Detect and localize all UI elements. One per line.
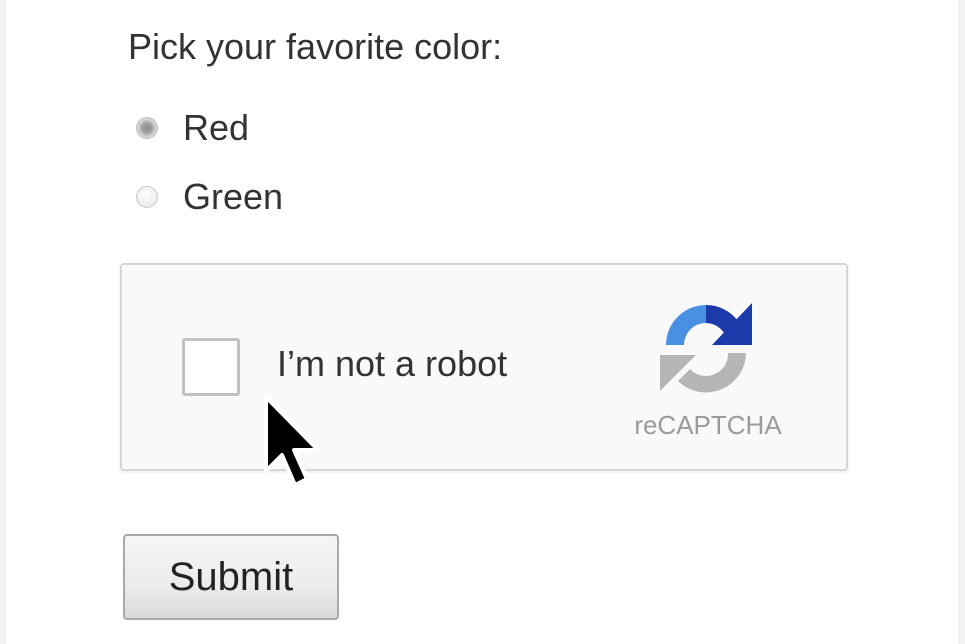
radio-button-green[interactable]: [136, 186, 158, 208]
question-label: Pick your favorite color:: [128, 26, 503, 67]
radio-option-red[interactable]: Red: [136, 104, 249, 152]
recaptcha-widget: I’m not a robot reCAPTCHA: [120, 263, 848, 471]
page: Pick your favorite color: Red Green I’m …: [6, 0, 958, 644]
radio-label-green[interactable]: Green: [183, 176, 283, 218]
submit-button[interactable]: Submit: [123, 534, 339, 620]
recaptcha-checkbox[interactable]: [182, 338, 240, 396]
radio-label-red[interactable]: Red: [183, 107, 249, 149]
recaptcha-logo-icon: [660, 303, 752, 393]
radio-button-red[interactable]: [136, 117, 158, 139]
recaptcha-brand: reCAPTCHA: [634, 410, 782, 440]
radio-option-green[interactable]: Green: [136, 173, 283, 221]
recaptcha-label[interactable]: I’m not a robot: [277, 343, 507, 385]
mouse-pointer-icon: [264, 395, 320, 487]
